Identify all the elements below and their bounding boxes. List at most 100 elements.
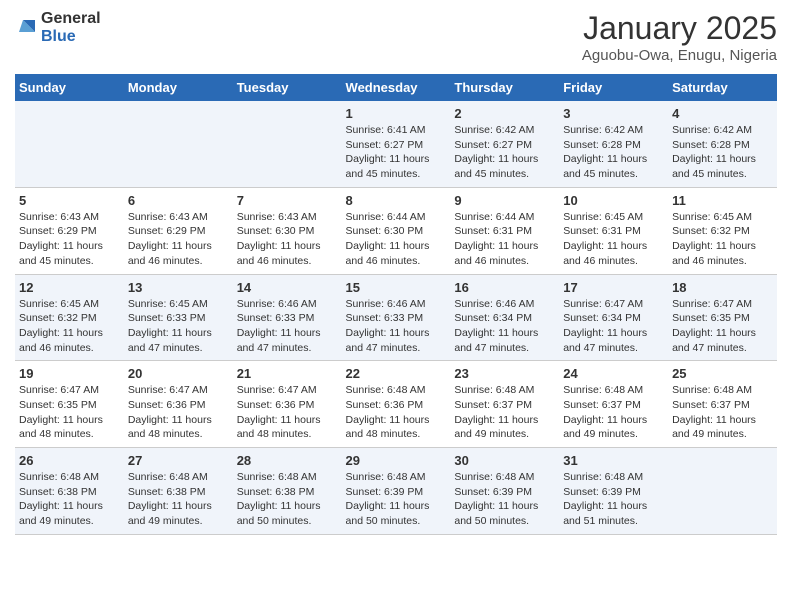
day-info: Sunrise: 6:48 AM Sunset: 6:38 PM Dayligh…: [237, 470, 338, 529]
calendar-week-row: 26 Sunrise: 6:48 AM Sunset: 6:38 PM Dayli…: [15, 448, 777, 535]
day-number: 25: [672, 366, 773, 381]
day-info: Sunrise: 6:44 AM Sunset: 6:31 PM Dayligh…: [454, 210, 555, 269]
day-number: 15: [346, 280, 447, 295]
day-info: Sunrise: 6:46 AM Sunset: 6:34 PM Dayligh…: [454, 297, 555, 356]
day-number: 1: [346, 106, 447, 121]
calendar-cell: 9 Sunrise: 6:44 AM Sunset: 6:31 PM Daylig…: [450, 187, 559, 274]
calendar-cell: 11 Sunrise: 6:45 AM Sunset: 6:32 PM Dayli…: [668, 187, 777, 274]
calendar-week-row: 19 Sunrise: 6:47 AM Sunset: 6:35 PM Dayli…: [15, 361, 777, 448]
col-header-wednesday: Wednesday: [342, 74, 451, 101]
day-number: 26: [19, 453, 120, 468]
calendar-cell: 24 Sunrise: 6:48 AM Sunset: 6:37 PM Dayli…: [559, 361, 668, 448]
day-info: Sunrise: 6:45 AM Sunset: 6:32 PM Dayligh…: [19, 297, 120, 356]
day-info: Sunrise: 6:48 AM Sunset: 6:36 PM Dayligh…: [346, 383, 447, 442]
day-info: Sunrise: 6:45 AM Sunset: 6:32 PM Dayligh…: [672, 210, 773, 269]
calendar-cell: 7 Sunrise: 6:43 AM Sunset: 6:30 PM Daylig…: [233, 187, 342, 274]
calendar-cell: [15, 101, 124, 187]
day-number: 4: [672, 106, 773, 121]
calendar-cell: 16 Sunrise: 6:46 AM Sunset: 6:34 PM Dayli…: [450, 274, 559, 361]
day-number: 17: [563, 280, 664, 295]
calendar-cell: 4Sunrise: 6:42 AM Sunset: 6:28 PM Daylig…: [668, 101, 777, 187]
calendar-cell: 3Sunrise: 6:42 AM Sunset: 6:28 PM Daylig…: [559, 101, 668, 187]
day-info: Sunrise: 6:48 AM Sunset: 6:37 PM Dayligh…: [563, 383, 664, 442]
col-header-monday: Monday: [124, 74, 233, 101]
calendar-cell: 29 Sunrise: 6:48 AM Sunset: 6:39 PM Dayli…: [342, 448, 451, 535]
day-number: 16: [454, 280, 555, 295]
calendar-cell: 19 Sunrise: 6:47 AM Sunset: 6:35 PM Dayli…: [15, 361, 124, 448]
calendar-cell: 15 Sunrise: 6:46 AM Sunset: 6:33 PM Dayli…: [342, 274, 451, 361]
day-number: 19: [19, 366, 120, 381]
day-number: 12: [19, 280, 120, 295]
calendar-cell: 6 Sunrise: 6:43 AM Sunset: 6:29 PM Daylig…: [124, 187, 233, 274]
day-number: 24: [563, 366, 664, 381]
day-info: Sunrise: 6:48 AM Sunset: 6:38 PM Dayligh…: [19, 470, 120, 529]
calendar-cell: [233, 101, 342, 187]
day-number: 31: [563, 453, 664, 468]
day-info: Sunrise: 6:42 AM Sunset: 6:28 PM Dayligh…: [563, 123, 664, 182]
day-info: Sunrise: 6:48 AM Sunset: 6:39 PM Dayligh…: [563, 470, 664, 529]
month-title: January 2025: [582, 10, 777, 47]
calendar-cell: 25Sunrise: 6:48 AM Sunset: 6:37 PM Dayli…: [668, 361, 777, 448]
calendar-cell: 18 Sunrise: 6:47 AM Sunset: 6:35 PM Dayli…: [668, 274, 777, 361]
calendar-week-row: 5 Sunrise: 6:43 AM Sunset: 6:29 PM Daylig…: [15, 187, 777, 274]
day-info: Sunrise: 6:46 AM Sunset: 6:33 PM Dayligh…: [346, 297, 447, 356]
day-number: 2: [454, 106, 555, 121]
day-info: Sunrise: 6:44 AM Sunset: 6:30 PM Dayligh…: [346, 210, 447, 269]
calendar-cell: 13 Sunrise: 6:45 AM Sunset: 6:33 PM Dayli…: [124, 274, 233, 361]
calendar-cell: 12 Sunrise: 6:45 AM Sunset: 6:32 PM Dayli…: [15, 274, 124, 361]
day-number: 28: [237, 453, 338, 468]
day-info: Sunrise: 6:47 AM Sunset: 6:36 PM Dayligh…: [237, 383, 338, 442]
day-info: Sunrise: 6:42 AM Sunset: 6:27 PM Dayligh…: [454, 123, 555, 182]
day-number: 14: [237, 280, 338, 295]
location-subtitle: Aguobu-Owa, Enugu, Nigeria: [582, 47, 777, 64]
col-header-sunday: Sunday: [15, 74, 124, 101]
day-number: 23: [454, 366, 555, 381]
day-number: 6: [128, 193, 229, 208]
calendar-cell: 5Sunrise: 6:43 AM Sunset: 6:29 PM Daylig…: [15, 187, 124, 274]
day-number: 13: [128, 280, 229, 295]
calendar-week-row: 12 Sunrise: 6:45 AM Sunset: 6:32 PM Dayli…: [15, 274, 777, 361]
day-info: Sunrise: 6:43 AM Sunset: 6:29 PM Dayligh…: [128, 210, 229, 269]
day-number: 30: [454, 453, 555, 468]
day-number: 27: [128, 453, 229, 468]
day-info: Sunrise: 6:46 AM Sunset: 6:33 PM Dayligh…: [237, 297, 338, 356]
col-header-tuesday: Tuesday: [233, 74, 342, 101]
day-number: 8: [346, 193, 447, 208]
day-info: Sunrise: 6:41 AM Sunset: 6:27 PM Dayligh…: [346, 123, 447, 182]
logo-general: General: [41, 10, 101, 28]
day-info: Sunrise: 6:47 AM Sunset: 6:35 PM Dayligh…: [19, 383, 120, 442]
day-info: Sunrise: 6:43 AM Sunset: 6:30 PM Dayligh…: [237, 210, 338, 269]
calendar-cell: [668, 448, 777, 535]
calendar-cell: [124, 101, 233, 187]
day-number: 5: [19, 193, 120, 208]
calendar-cell: 1 Sunrise: 6:41 AM Sunset: 6:27 PM Daylig…: [342, 101, 451, 187]
logo-icon: [15, 16, 39, 40]
day-number: 20: [128, 366, 229, 381]
calendar-week-row: 1 Sunrise: 6:41 AM Sunset: 6:27 PM Daylig…: [15, 101, 777, 187]
logo: General Blue: [15, 10, 101, 45]
day-number: 18: [672, 280, 773, 295]
day-number: 21: [237, 366, 338, 381]
calendar-table: SundayMondayTuesdayWednesdayThursdayFrid…: [15, 74, 777, 535]
day-info: Sunrise: 6:47 AM Sunset: 6:36 PM Dayligh…: [128, 383, 229, 442]
calendar-cell: 2 Sunrise: 6:42 AM Sunset: 6:27 PM Daylig…: [450, 101, 559, 187]
day-info: Sunrise: 6:45 AM Sunset: 6:33 PM Dayligh…: [128, 297, 229, 356]
day-info: Sunrise: 6:48 AM Sunset: 6:39 PM Dayligh…: [454, 470, 555, 529]
day-info: Sunrise: 6:48 AM Sunset: 6:39 PM Dayligh…: [346, 470, 447, 529]
day-info: Sunrise: 6:47 AM Sunset: 6:34 PM Dayligh…: [563, 297, 664, 356]
day-number: 11: [672, 193, 773, 208]
calendar-cell: 21 Sunrise: 6:47 AM Sunset: 6:36 PM Dayli…: [233, 361, 342, 448]
day-number: 10: [563, 193, 664, 208]
calendar-cell: 17 Sunrise: 6:47 AM Sunset: 6:34 PM Dayli…: [559, 274, 668, 361]
calendar-cell: 23 Sunrise: 6:48 AM Sunset: 6:37 PM Dayli…: [450, 361, 559, 448]
calendar-cell: 30 Sunrise: 6:48 AM Sunset: 6:39 PM Dayli…: [450, 448, 559, 535]
day-number: 7: [237, 193, 338, 208]
logo-blue: Blue: [41, 28, 101, 46]
day-number: 29: [346, 453, 447, 468]
day-info: Sunrise: 6:45 AM Sunset: 6:31 PM Dayligh…: [563, 210, 664, 269]
day-info: Sunrise: 6:47 AM Sunset: 6:35 PM Dayligh…: [672, 297, 773, 356]
day-number: 9: [454, 193, 555, 208]
day-info: Sunrise: 6:48 AM Sunset: 6:37 PM Dayligh…: [454, 383, 555, 442]
day-number: 22: [346, 366, 447, 381]
logo-text: General Blue: [41, 10, 101, 45]
